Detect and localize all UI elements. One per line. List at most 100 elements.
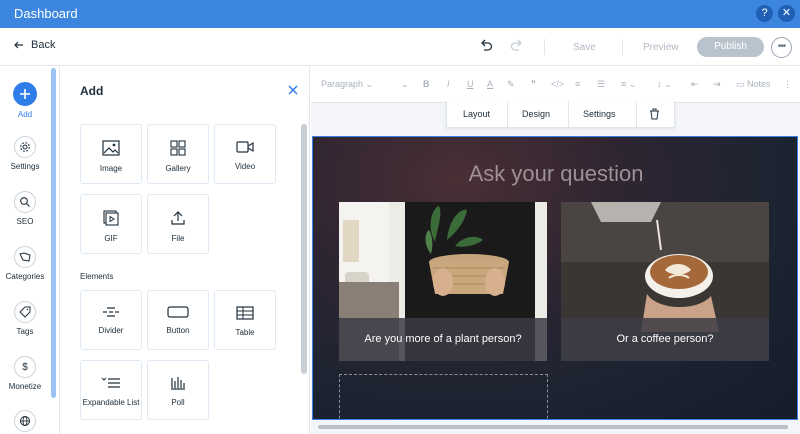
- layout-button[interactable]: Layout: [463, 109, 490, 119]
- add-video-tile[interactable]: Video: [214, 124, 276, 184]
- tile-label: Table: [235, 328, 255, 337]
- tile-label: Button: [166, 326, 190, 335]
- more-actions-button[interactable]: •••: [771, 37, 792, 58]
- rail-item-settings[interactable]: Settings: [0, 136, 50, 171]
- add-gif-tile[interactable]: GIF: [80, 194, 142, 254]
- close-icon[interactable]: [287, 84, 299, 96]
- tile-label: Expandable List: [82, 398, 140, 407]
- undo-icon[interactable]: [478, 38, 494, 54]
- toolbar-divider: [507, 101, 508, 127]
- rail-item-categories[interactable]: Categories: [0, 246, 50, 281]
- rail-item-label: Categories: [5, 272, 45, 281]
- poll-icon: [171, 377, 185, 390]
- alignment-icon[interactable]: ≡ ⌄: [621, 79, 636, 90]
- arrow-left-icon: [14, 41, 23, 49]
- toolbar-overflow-icon[interactable]: ⋮: [783, 79, 792, 90]
- add-button-tile[interactable]: Button: [147, 290, 209, 350]
- preview-button[interactable]: Preview: [643, 42, 679, 53]
- font-size-dropdown[interactable]: ⌄: [401, 79, 409, 90]
- rail-item-tags[interactable]: Tags: [0, 301, 50, 336]
- panel-title: Add: [80, 84, 104, 98]
- decrease-indent-icon[interactable]: ⇤: [691, 79, 699, 90]
- side-navigation: Add Settings SEO Categories Tags $ Monet…: [0, 66, 60, 434]
- notes-button[interactable]: ▭ Notes: [736, 79, 771, 90]
- add-option-placeholder[interactable]: [339, 374, 548, 419]
- canvas-horizontal-scrollbar[interactable]: [312, 424, 798, 430]
- increase-indent-icon[interactable]: ⇥: [713, 79, 721, 90]
- panel-scrollbar[interactable]: [301, 124, 307, 374]
- rail-scrollbar[interactable]: [51, 68, 56, 398]
- dollar-icon: $: [14, 356, 36, 378]
- gif-icon: [103, 210, 119, 226]
- table-icon: [236, 306, 254, 320]
- gallery-icon: [170, 140, 186, 156]
- add-file-tile[interactable]: File: [147, 194, 209, 254]
- add-table-tile[interactable]: Table: [214, 290, 276, 350]
- save-button[interactable]: Save: [573, 42, 596, 53]
- toolbar-divider: [622, 39, 623, 55]
- toolbar-divider: [544, 39, 545, 55]
- tile-label: Video: [234, 162, 256, 171]
- poll-question[interactable]: Ask your question: [313, 161, 797, 187]
- text-color-icon[interactable]: A: [487, 79, 493, 89]
- editor-top-bar: Back Save Preview Publish •••: [0, 28, 800, 66]
- paragraph-style-dropdown[interactable]: Paragraph ⌄: [321, 79, 373, 90]
- design-button[interactable]: Design: [522, 109, 550, 119]
- add-expandable-list-tile[interactable]: Expandable List: [80, 360, 142, 420]
- numbered-list-icon[interactable]: ≡: [575, 79, 580, 89]
- help-button[interactable]: ?: [756, 5, 773, 22]
- line-spacing-icon[interactable]: ↕ ⌄: [657, 79, 672, 90]
- poll-option-label[interactable]: Are you more of a plant person?: [339, 318, 547, 361]
- bulleted-list-icon[interactable]: ☰: [597, 79, 605, 90]
- poll-block[interactable]: Ask your question Are you more of a plan…: [312, 136, 798, 420]
- paragraph-style-label: Paragraph: [321, 79, 364, 89]
- tile-label: Divider: [98, 326, 124, 335]
- add-divider-tile[interactable]: Divider: [80, 290, 142, 350]
- window-title: Dashboard: [14, 6, 78, 21]
- tag-icon: [14, 301, 36, 323]
- add-poll-tile[interactable]: Poll: [147, 360, 209, 420]
- gear-icon: [14, 136, 36, 158]
- publish-button[interactable]: Publish: [697, 37, 764, 57]
- toolbar-divider: [568, 101, 569, 127]
- settings-button[interactable]: Settings: [583, 109, 616, 119]
- redo-icon[interactable]: [509, 38, 525, 54]
- rail-item-monetize[interactable]: $ Monetize: [0, 356, 50, 391]
- plus-icon: [13, 82, 37, 106]
- poll-option-coffee[interactable]: Or a coffee person?: [561, 202, 769, 361]
- rail-item-label: SEO: [16, 217, 34, 226]
- toolbar-divider: [636, 101, 637, 127]
- underline-icon[interactable]: U: [467, 79, 474, 89]
- file-upload-icon: [171, 211, 185, 225]
- rail-item-label: Add: [17, 110, 33, 119]
- rail-item-label: Tags: [16, 327, 34, 336]
- trash-icon[interactable]: [649, 108, 660, 120]
- italic-icon[interactable]: I: [447, 79, 450, 89]
- highlight-icon[interactable]: ✎: [507, 79, 515, 90]
- search-icon: [14, 191, 36, 213]
- rail-item-language[interactable]: [0, 410, 50, 434]
- image-icon: [102, 140, 120, 156]
- video-icon: [236, 141, 254, 153]
- tile-label: Image: [99, 164, 123, 173]
- divider-icon: [103, 307, 119, 317]
- notes-label: Notes: [747, 79, 771, 89]
- tile-label: Gallery: [165, 164, 191, 173]
- add-gallery-tile[interactable]: Gallery: [147, 124, 209, 184]
- back-button[interactable]: Back: [14, 39, 55, 51]
- code-icon[interactable]: </>: [551, 79, 564, 89]
- poll-option-plant[interactable]: Are you more of a plant person?: [339, 202, 547, 361]
- app-title-bar: Dashboard ? ✕: [0, 0, 800, 28]
- add-image-tile[interactable]: Image: [80, 124, 142, 184]
- add-panel: Add Image Gallery Video GIF File Element…: [61, 66, 310, 434]
- rail-item-add[interactable]: Add: [0, 82, 50, 119]
- format-toolbar: Paragraph ⌄ ⌄ B I U A ✎ ❞ </> ≡ ☰ ≡ ⌄ ↕ …: [311, 66, 800, 103]
- quote-icon[interactable]: ❞: [531, 79, 536, 90]
- scrollbar-thumb[interactable]: [318, 425, 788, 429]
- rail-item-seo[interactable]: SEO: [0, 191, 50, 226]
- categories-icon: [14, 246, 36, 268]
- poll-option-label[interactable]: Or a coffee person?: [561, 318, 769, 361]
- block-context-toolbar: Layout Design Settings: [446, 101, 675, 128]
- bold-icon[interactable]: B: [423, 79, 430, 89]
- close-window-button[interactable]: ✕: [778, 5, 795, 22]
